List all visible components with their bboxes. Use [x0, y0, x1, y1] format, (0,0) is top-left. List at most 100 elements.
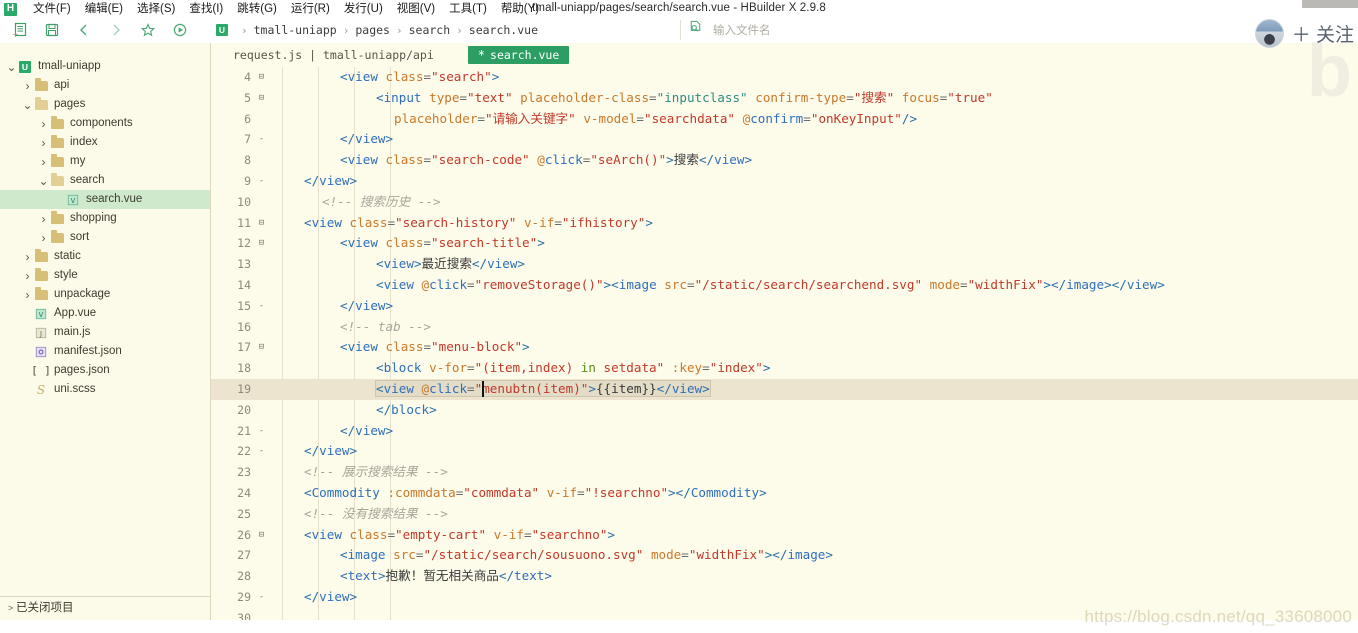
- code-line-7[interactable]: 7- </view>: [211, 129, 1358, 150]
- code-line-25[interactable]: 25 <!-- 没有搜索结果 -->: [211, 504, 1358, 525]
- menu-edit[interactable]: 编辑(E): [78, 1, 130, 18]
- follow-overlay[interactable]: ＋ 关注: [1254, 16, 1358, 50]
- code-line-14[interactable]: 14 <view @click="removeStorage()"><image …: [211, 275, 1358, 296]
- tree-item-components[interactable]: › components: [0, 114, 210, 133]
- star-icon[interactable]: [136, 19, 160, 41]
- code-line-17[interactable]: 17 ⊟ <view class="menu-block">: [211, 337, 1358, 358]
- code-line-12[interactable]: 12 ⊟ <view class="search-title">: [211, 233, 1358, 254]
- chevron-right-icon[interactable]: ›: [38, 114, 49, 133]
- tree-item-api[interactable]: › api: [0, 76, 210, 95]
- fold-toggle-icon[interactable]: ⊟: [255, 213, 268, 234]
- tree-item-pages-json[interactable]: [ ] pages.json: [0, 361, 210, 380]
- file-search-area[interactable]: 输入文件名: [688, 17, 771, 43]
- chevron-right-icon[interactable]: ›: [38, 152, 49, 171]
- run-icon[interactable]: [168, 19, 192, 41]
- code-line-16[interactable]: 16 <!-- tab -->: [211, 317, 1358, 338]
- closed-projects-bar[interactable]: > 已关闭项目: [0, 596, 210, 619]
- back-arrow-icon[interactable]: [72, 19, 96, 41]
- code-line-29[interactable]: 29- </view>: [211, 587, 1358, 608]
- breadcrumb-segment-search[interactable]: search: [409, 23, 451, 37]
- menu-publish[interactable]: 发行(U): [337, 1, 390, 18]
- tab-search-vue[interactable]: * search.vue: [467, 46, 570, 64]
- code-line-24[interactable]: 24 <Commodity :commdata="commdata" v-if="…: [211, 483, 1358, 504]
- code-line-10[interactable]: 10 <!-- 搜索历史 -->: [211, 192, 1358, 213]
- tree-item-my[interactable]: › my: [0, 152, 210, 171]
- chevron-right-icon[interactable]: ›: [22, 266, 33, 285]
- code-line-4[interactable]: 4 ⊟ <view class="search">: [211, 67, 1358, 88]
- save-icon[interactable]: [40, 19, 64, 41]
- file-search-input[interactable]: 输入文件名: [713, 22, 771, 38]
- chevron-right-icon[interactable]: ›: [38, 228, 49, 247]
- code-line-26[interactable]: 26 ⊟ <view class="empty-cart" v-if="search…: [211, 525, 1358, 546]
- menubar: 文件(F) 编辑(E) 选择(S) 查找(I) 跳转(G) 运行(R) 发行(U…: [0, 0, 546, 18]
- code-line-15[interactable]: 15- </view>: [211, 296, 1358, 317]
- chevron-down-icon[interactable]: ⌄: [6, 57, 17, 76]
- menu-goto[interactable]: 跳转(G): [230, 1, 284, 18]
- menu-run[interactable]: 运行(R): [284, 1, 337, 18]
- menu-view[interactable]: 视图(V): [390, 1, 442, 18]
- tree-item-uni-scss[interactable]: Suni.scss: [0, 380, 210, 399]
- chevron-right-icon[interactable]: ›: [38, 133, 49, 152]
- chevron-down-icon[interactable]: ⌄: [38, 171, 49, 190]
- project-file-tree[interactable]: ⌄ Utmall-uniapp › api ⌄ pages › components › inde…: [0, 57, 210, 591]
- code-line-23[interactable]: 23 <!-- 展示搜索结果 -->: [211, 462, 1358, 483]
- tree-item-sort[interactable]: › sort: [0, 228, 210, 247]
- menu-file[interactable]: 文件(F): [26, 1, 78, 18]
- follow-button[interactable]: ＋ 关注: [1292, 20, 1354, 47]
- tree-item-main-js[interactable]: Jmain.js: [0, 323, 210, 342]
- tree-item-pages[interactable]: ⌄ pages: [0, 95, 210, 114]
- fold-toggle-icon[interactable]: ⊟: [255, 337, 268, 358]
- tree-item-app-vue[interactable]: V App.vue: [0, 304, 210, 323]
- code-line-text: <view class="search-title">: [340, 235, 545, 251]
- chevron-right-icon[interactable]: ›: [22, 247, 33, 266]
- overlay-top-strip: [1302, 0, 1358, 8]
- tree-item-index[interactable]: › index: [0, 133, 210, 152]
- tree-item-style[interactable]: › style: [0, 266, 210, 285]
- tree-item-search-vue[interactable]: Vsearch.vue: [0, 190, 210, 209]
- code-editor[interactable]: 4 ⊟ <view class="search"> 5 ⊟ <input type="te…: [211, 67, 1358, 633]
- code-line-5[interactable]: 5 ⊟ <input type="text" placeholder-class="…: [211, 88, 1358, 109]
- tree-item-label: shopping: [70, 212, 117, 224]
- breadcrumb-segment-project[interactable]: tmall-uniapp: [254, 23, 337, 37]
- menu-tools[interactable]: 工具(T): [442, 1, 494, 18]
- tree-item-static[interactable]: › static: [0, 247, 210, 266]
- project-icon-icon: U: [17, 57, 33, 76]
- code-line-6[interactable]: 6 placeholder="请输入关键字" v-model="searchdat…: [211, 109, 1358, 130]
- tab-request-js[interactable]: request.js | tmall-uniapp/api: [223, 47, 444, 64]
- tree-item-search[interactable]: ⌄ search: [0, 171, 210, 190]
- menu-find[interactable]: 查找(I): [182, 1, 230, 18]
- code-line-11[interactable]: 11 ⊟ <view class="search-history" v-if="if…: [211, 213, 1358, 234]
- fold-line-marker: -: [258, 425, 265, 436]
- forward-arrow-icon[interactable]: [104, 19, 128, 41]
- fold-toggle-icon[interactable]: ⊟: [255, 525, 268, 546]
- fold-toggle-icon[interactable]: ⊟: [255, 67, 268, 88]
- chevron-down-icon[interactable]: ⌄: [22, 95, 33, 114]
- fold-toggle-icon[interactable]: ⊟: [255, 88, 268, 109]
- chevron-right-icon[interactable]: ›: [22, 285, 33, 304]
- new-file-icon[interactable]: +: [8, 19, 32, 41]
- menu-select[interactable]: 选择(S): [130, 1, 182, 18]
- code-line-text: </view>: [304, 443, 358, 459]
- code-line-8[interactable]: 8 <view class="search-code" @click="seArc…: [211, 150, 1358, 171]
- tree-item-shopping[interactable]: › shopping: [0, 209, 210, 228]
- code-line-20[interactable]: 20 </block>: [211, 400, 1358, 421]
- code-line-13[interactable]: 13 <view>最近搜索</view>: [211, 254, 1358, 275]
- breadcrumb-segment-pages[interactable]: pages: [355, 23, 390, 37]
- menu-help[interactable]: 帮助(Y): [494, 1, 546, 18]
- fold-toggle-icon[interactable]: ⊟: [255, 233, 268, 254]
- tree-item-manifest-json[interactable]: manifest.json: [0, 342, 210, 361]
- chevron-right-icon[interactable]: ›: [38, 209, 49, 228]
- tree-item-unpackage[interactable]: › unpackage: [0, 285, 210, 304]
- breadcrumb-segment-file[interactable]: search.vue: [469, 23, 538, 37]
- code-line-9[interactable]: 9- </view>: [211, 171, 1358, 192]
- code-line-21[interactable]: 21- </view>: [211, 421, 1358, 442]
- code-line-27[interactable]: 27 <image src="/static/search/sousuono.sv…: [211, 545, 1358, 566]
- code-line-22[interactable]: 22- </view>: [211, 441, 1358, 462]
- avatar[interactable]: [1254, 18, 1284, 48]
- tree-item-tmall-uniapp[interactable]: ⌄ Utmall-uniapp: [0, 57, 210, 76]
- code-line-19[interactable]: 19 <view @click="menubtn(item)">{{item}}<…: [211, 378, 1358, 400]
- code-line-18[interactable]: 18 <block v-for="(item,index) in setdata"…: [211, 358, 1358, 379]
- code-line-text: <image src="/static/search/sousuono.svg"…: [340, 547, 833, 563]
- code-line-28[interactable]: 28 <text>抱歉！暂无相关商品</text>: [211, 566, 1358, 587]
- chevron-right-icon[interactable]: ›: [22, 76, 33, 95]
